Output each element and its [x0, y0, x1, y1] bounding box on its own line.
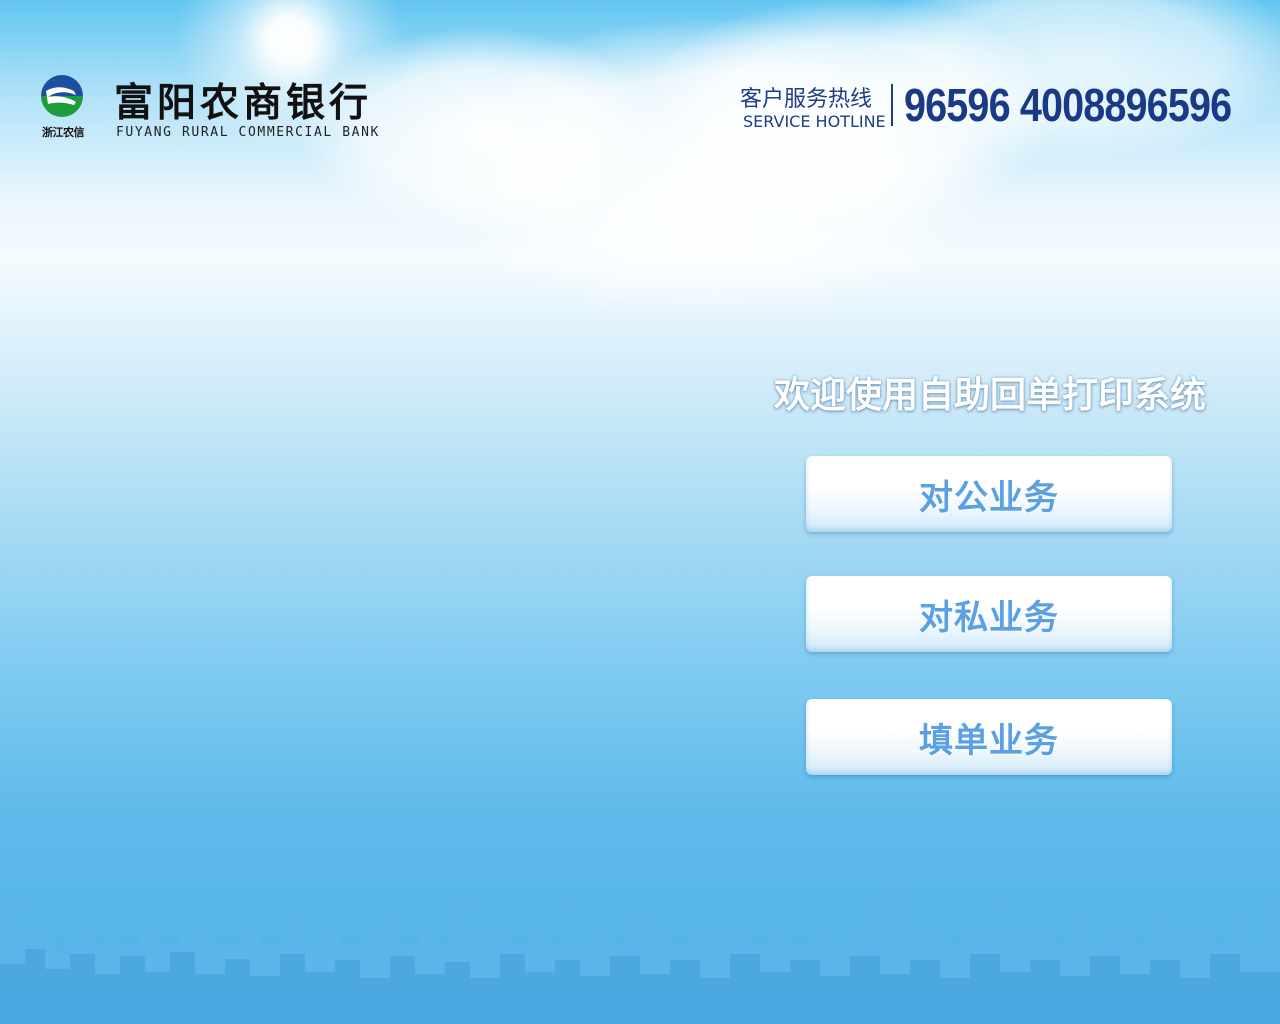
bank-logo: 浙江农信 [38, 74, 86, 139]
personal-business-label: 对私业务 [919, 597, 1059, 638]
city-skyline-background [0, 894, 1280, 1024]
bank-name-english: FUYANG RURAL COMMERCIAL BANK [116, 125, 380, 140]
logo-caption: 浙江农信 [42, 126, 85, 139]
bank-name-chinese: 富阳农商银行 [114, 80, 373, 126]
zhejiang-rural-credit-logo-icon [41, 75, 83, 117]
form-filling-business-label: 填单业务 [919, 720, 1059, 761]
personal-business-button[interactable]: 对私业务 [806, 576, 1172, 652]
hotline-label-english: SERVICE HOTLINE [743, 112, 886, 131]
form-filling-business-button[interactable]: 填单业务 [806, 699, 1172, 775]
corporate-business-label: 对公业务 [919, 477, 1059, 518]
corporate-business-button[interactable]: 对公业务 [806, 456, 1172, 532]
hotline-label-chinese: 客户服务热线 [740, 87, 873, 112]
hotline-divider [891, 84, 893, 126]
welcome-title: 欢迎使用自助回单打印系统 [773, 375, 1206, 416]
hotline-number: 96596 4008896596 [904, 79, 1232, 131]
